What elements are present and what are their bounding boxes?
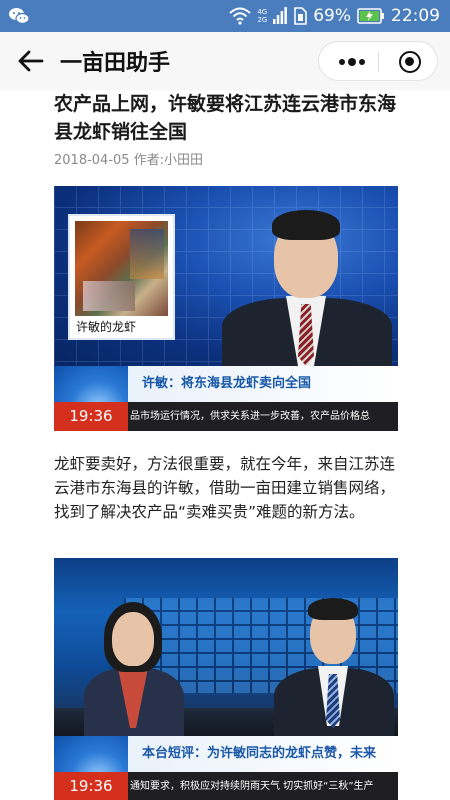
ticker-time: 19:36 bbox=[54, 772, 128, 800]
news-ticker-2: 本台短评：为许敏同志的龙虾点赞，未来 19:36 通知要求，积极应对持续阴雨天气… bbox=[54, 736, 398, 800]
back-arrow-icon[interactable] bbox=[16, 46, 46, 76]
battery-percent: 69% bbox=[313, 6, 351, 26]
wechat-icon bbox=[9, 8, 30, 25]
nav-title: 一亩田助手 bbox=[60, 51, 171, 76]
ticker-headline: 许敏：将东海县龙虾卖向全国 bbox=[128, 366, 398, 402]
crayfish-photo bbox=[75, 221, 168, 316]
wifi-icon bbox=[229, 7, 251, 25]
status-bar: 4G 2G 69% 22:09 bbox=[0, 0, 450, 32]
ticker-crawl: 品市场运行情况，供求关系进一步改善，农产品价格总 bbox=[128, 402, 398, 431]
close-program-icon[interactable] bbox=[399, 51, 421, 73]
ticker-crawl: 通知要求，积极应对持续阴雨天气 切实抓好“三秋”生产 bbox=[128, 772, 398, 800]
ticker-headline: 本台短评：为许敏同志的龙虾点赞，未来 bbox=[128, 736, 398, 772]
article-meta: 2018-04-05 作者:小田田 bbox=[54, 153, 204, 168]
news-image-2[interactable]: 本台短评：为许敏同志的龙虾点赞，未来 19:36 通知要求，积极应对持续阴雨天气… bbox=[54, 558, 398, 800]
nav-bar: 一亩田助手 bbox=[0, 32, 450, 90]
globe-logo bbox=[54, 366, 128, 402]
battery-icon bbox=[357, 8, 384, 24]
network-label: 4G 2G bbox=[257, 8, 268, 24]
article-paragraph: 龙虾要卖好，方法很重要，就在今年，来自江苏连云港市东海县的许敏，借助一亩田建立销… bbox=[54, 455, 396, 521]
ticker-time: 19:36 bbox=[54, 402, 128, 431]
sim-icon bbox=[294, 7, 308, 25]
globe-logo bbox=[54, 736, 128, 772]
more-options-icon[interactable] bbox=[339, 58, 365, 66]
article-title: 农产品上网，许敏要将江苏连云港市东海县龙虾销往全国 bbox=[54, 93, 397, 143]
inset-caption: 许敏的龙虾 bbox=[76, 320, 137, 334]
signal-icon bbox=[273, 7, 288, 24]
news-anchor-male bbox=[214, 200, 398, 368]
mini-program-capsule bbox=[318, 41, 438, 81]
news-ticker-1: 许敏：将东海县龙虾卖向全国 19:36 品市场运行情况，供求关系进一步改善，农产… bbox=[54, 366, 398, 431]
clock: 22:09 bbox=[391, 6, 440, 26]
capsule-divider bbox=[378, 52, 379, 72]
crayfish-inset: 许敏的龙虾 bbox=[68, 214, 175, 340]
news-anchor-female bbox=[78, 596, 188, 740]
news-image-1[interactable]: 许敏的龙虾 许敏：将东海县龙虾卖向全国 19:36 品市场运行情况，供求关系进一… bbox=[54, 186, 398, 431]
news-anchor-male-2 bbox=[268, 588, 398, 738]
